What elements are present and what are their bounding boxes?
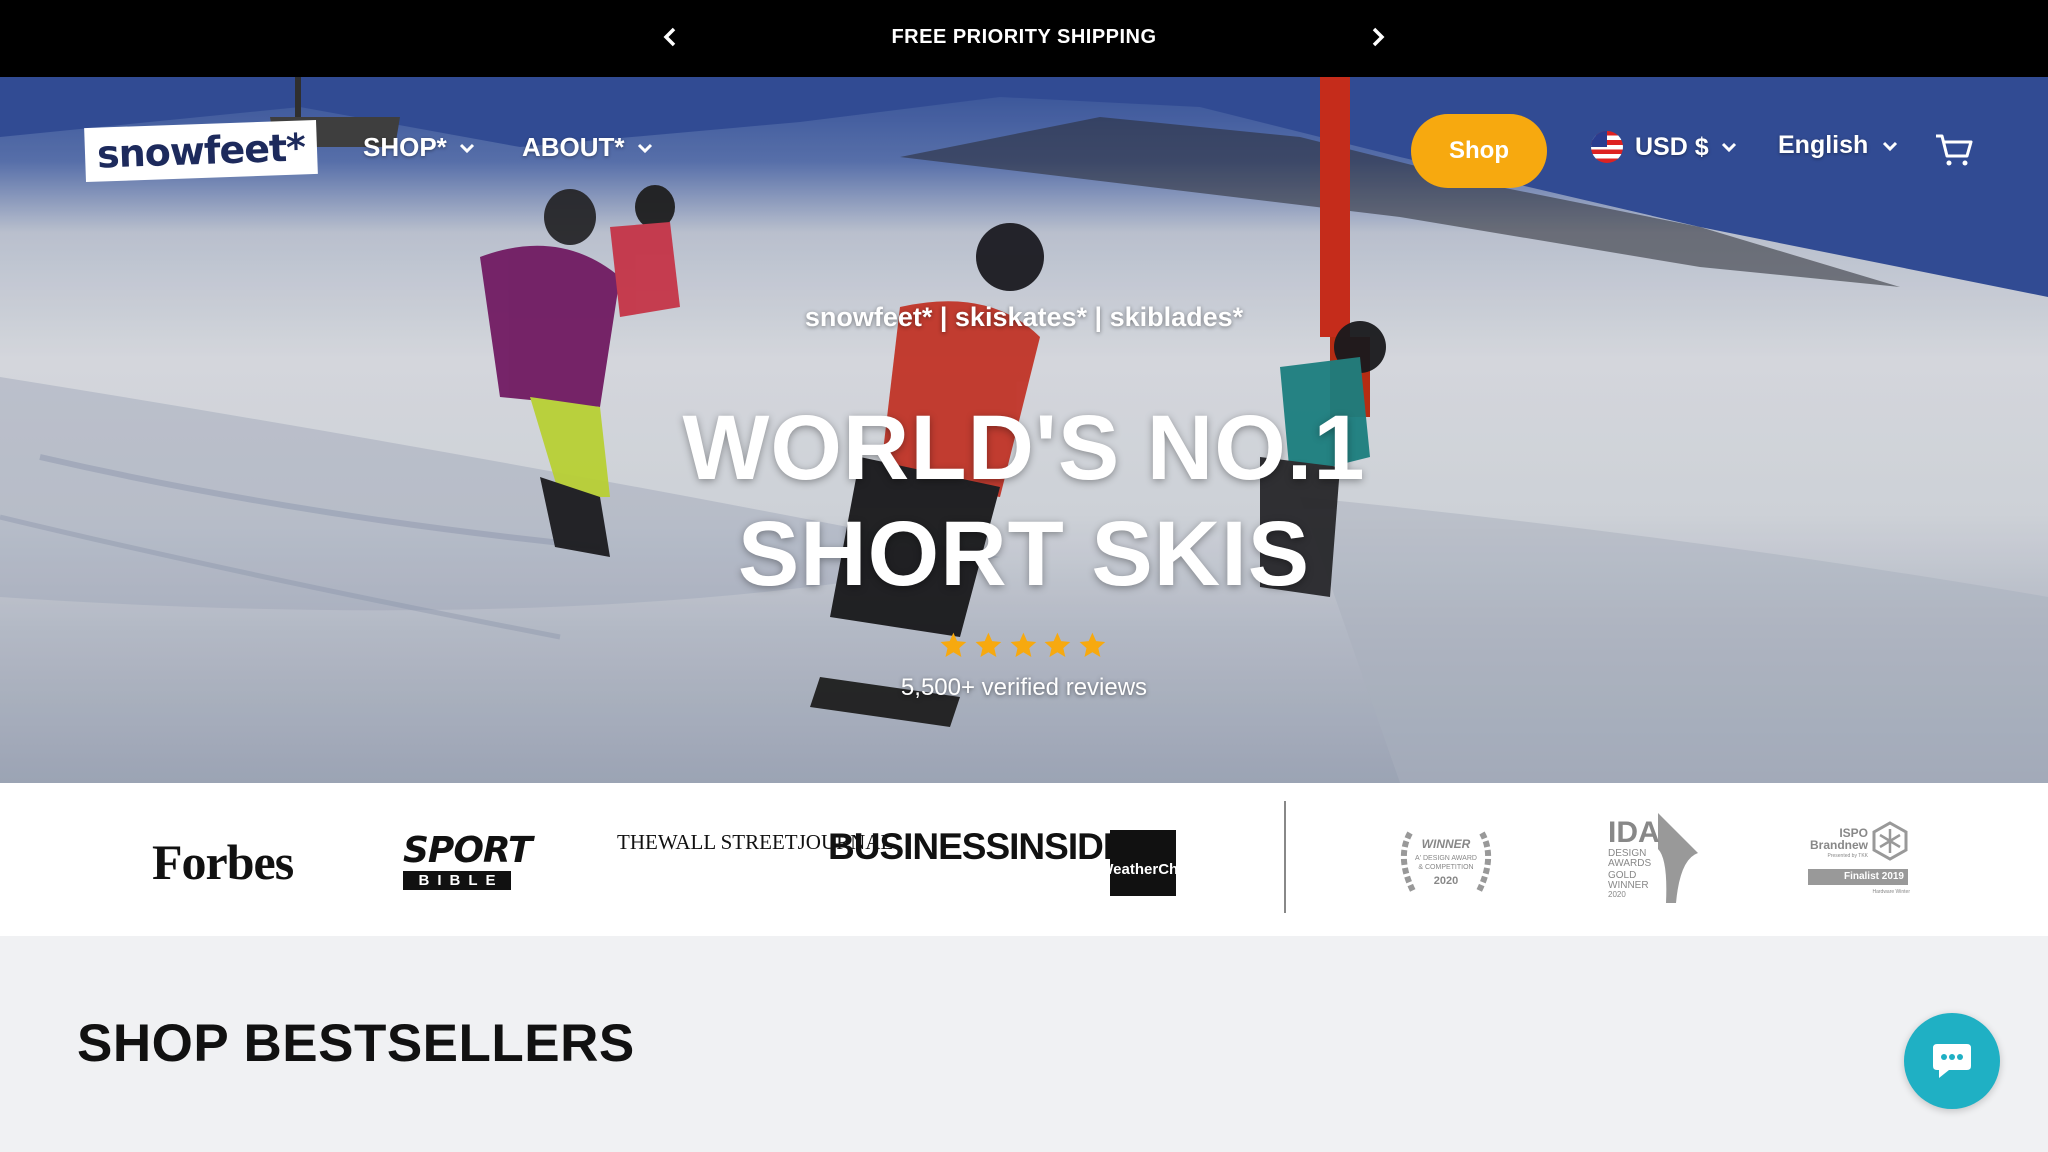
nav-about[interactable]: ABOUT* <box>522 132 653 163</box>
ida-award-badge: IDA DESIGN AWARDS GOLD WINNER 2020 <box>1606 809 1698 905</box>
chevron-right-icon[interactable] <box>1363 22 1393 52</box>
award-line: IDA <box>1608 816 1660 849</box>
nav-shop[interactable]: SHOP* <box>363 132 475 163</box>
nav-about-label: ABOUT* <box>522 132 625 162</box>
wsj-line: THE <box>617 830 658 854</box>
weather-line: Weather <box>1099 861 1159 878</box>
award-line: Hardware Winter <box>1872 889 1910 895</box>
chat-bubble-icon <box>1933 1044 1971 1078</box>
award-line: Brandnew <box>1809 838 1868 852</box>
a-design-award-badge: WINNER A' DESIGN AWARD & COMPETITION 202… <box>1390 813 1502 903</box>
brand-logo[interactable]: snowfeet* <box>84 119 318 183</box>
reviews-count: 5,500+ verified reviews <box>900 674 1148 701</box>
award-line: AWARDS <box>1608 858 1652 869</box>
sport-bible-top: SPORT <box>403 830 533 871</box>
ispo-hexagon-icon <box>1872 821 1908 861</box>
weather-line: Channel <box>1158 861 1218 878</box>
star-rating <box>938 630 1108 662</box>
us-flag-icon <box>1591 131 1623 163</box>
forbes-logo: Forbes <box>152 834 294 890</box>
hero-tagline: snowfeet* | skiskates* | skiblades* <box>804 302 1244 332</box>
announcement-message: FREE PRIORITY SHIPPING <box>891 26 1157 48</box>
weather-line: The <box>1072 861 1100 878</box>
chevron-down-icon <box>1883 141 1898 151</box>
sport-bible-bottom: BIBLE <box>403 871 511 890</box>
chat-widget-button[interactable] <box>1904 1013 2000 1109</box>
section-title: SHOP BESTSELLERS <box>77 1014 635 1073</box>
star-icon <box>1010 632 1036 658</box>
ispo-brandnew-badge: ISPO Brandnew Presented by TKK Finalist … <box>1806 821 1910 901</box>
language-label: English <box>1778 131 1869 159</box>
business-insider-logo: BUSINESS INSIDER <box>828 826 1153 867</box>
currency-label: USD $ <box>1635 132 1709 161</box>
shop-button[interactable]: Shop <box>1411 114 1547 188</box>
hero-headline: WORLD'S NO.1 SHORT SKIS <box>0 395 2048 607</box>
press-logos-strip: Forbes SPORT BIBLE THE WALL STREET JOURN… <box>0 783 2048 936</box>
hero-headline-line2: SHORT SKIS <box>737 503 1311 605</box>
star-icon <box>1044 632 1071 658</box>
weather-channel-logo: The Weather Channel <box>1073 830 1217 896</box>
sport-bible-logo: SPORT BIBLE <box>403 830 533 890</box>
star-icon <box>1079 632 1106 658</box>
cart-icon[interactable] <box>1934 132 1974 168</box>
award-line: & COMPETITION <box>1418 864 1474 871</box>
award-line: 2020 <box>1433 875 1459 887</box>
star-icon <box>940 632 967 658</box>
language-selector[interactable]: English <box>1778 131 1898 160</box>
bi-line: BUSINESS <box>828 826 1010 867</box>
award-line: WINNER <box>1421 837 1471 851</box>
nav-shop-label: SHOP* <box>363 132 447 162</box>
hero-headline-line1: WORLD'S NO.1 <box>682 397 1366 499</box>
chevron-down-icon <box>459 143 474 153</box>
press-divider <box>1284 801 1286 913</box>
currency-selector[interactable]: USD $ <box>1591 131 1737 163</box>
announcement-bar: FREE PRIORITY SHIPPING <box>0 0 2048 77</box>
award-line: Presented by TKK <box>1827 853 1869 859</box>
award-line: A' DESIGN AWARD <box>1415 855 1477 862</box>
chevron-down-icon <box>1721 142 1736 153</box>
logo-text: snowfeet* <box>96 125 306 177</box>
wsj-line: WALL STREET <box>657 830 798 854</box>
award-line: 2020 <box>1608 890 1626 899</box>
star-icon <box>975 632 1002 658</box>
award-line: Finalist 2019 <box>1808 869 1908 885</box>
chevron-down-icon <box>637 143 652 153</box>
